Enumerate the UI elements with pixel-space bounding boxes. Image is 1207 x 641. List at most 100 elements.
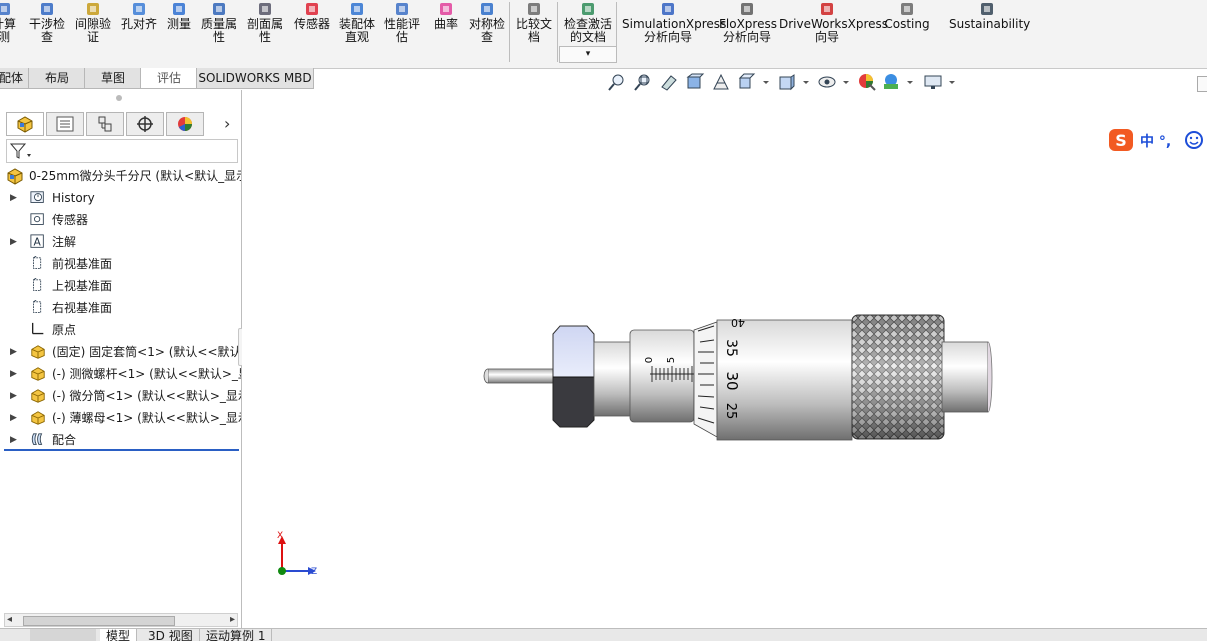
tree-expand-arrow-icon[interactable]: ▶ <box>10 363 18 385</box>
ribbon-button-costing[interactable]: Costing <box>883 0 931 60</box>
ribbon-button-interference[interactable]: 干涉检 查 <box>27 0 67 60</box>
command-tab-0[interactable]: 配体 <box>0 68 30 89</box>
display-manager-tab[interactable] <box>166 112 204 136</box>
tree-horizontal-scrollbar[interactable]: ◂ ▸ <box>4 613 238 627</box>
tree-expand-arrow-icon[interactable]: ▶ <box>10 231 18 253</box>
tab-3d-view[interactable]: 3D 视图 <box>142 629 200 641</box>
scroll-left-arrow-icon[interactable]: ◂ <box>7 614 12 626</box>
property-manager-tab[interactable] <box>46 112 84 136</box>
apply-scene-icon[interactable] <box>881 72 901 92</box>
tree-item-8[interactable]: ▶ (-) 测微螺杆<1> (默认<<默认>_显示 <box>0 363 241 385</box>
tree-item-label: 前视基准面 <box>52 257 113 271</box>
zoom-to-area-icon[interactable] <box>633 72 653 92</box>
tree-item-1[interactable]: 传感器 <box>0 209 241 231</box>
command-tab-1[interactable]: 布局 <box>28 68 86 89</box>
section-view-icon[interactable] <box>685 72 705 92</box>
plane-icon <box>33 278 42 291</box>
tree-item-11[interactable]: ▶ 配合 <box>0 429 241 451</box>
apply-scene-dropdown-icon[interactable] <box>905 72 915 92</box>
feature-manager-tab[interactable] <box>6 112 44 136</box>
display-style-dropdown-icon[interactable] <box>801 72 811 92</box>
spindle[interactable] <box>483 368 557 384</box>
ribbon-button-performance[interactable]: 性能评 估 <box>382 0 422 60</box>
tree-expand-arrow-icon[interactable]: ▶ <box>10 429 18 451</box>
scroll-right-arrow-icon[interactable]: ▸ <box>230 614 235 626</box>
view-orientation-icon[interactable] <box>737 72 757 92</box>
sensor-folder-icon <box>30 213 44 225</box>
tree-expand-arrow-icon[interactable]: ▶ <box>10 187 18 209</box>
dimxpert-tab[interactable] <box>126 112 164 136</box>
display-style-icon[interactable] <box>777 72 797 92</box>
ribbon-button-driveworksxpress[interactable]: DriveWorksXpress 向导 <box>779 0 888 60</box>
viewport-restore-icon[interactable] <box>1197 76 1207 92</box>
ribbon-button-curvature[interactable]: 曲率 <box>431 0 461 60</box>
tab-model[interactable]: 模型 <box>100 629 138 641</box>
view-orientation-dropdown-icon[interactable] <box>761 72 771 92</box>
command-tab-2[interactable]: 草图 <box>84 68 142 89</box>
tree-root-assembly[interactable]: 0-25mm微分头千分尺 (默认<默认_显示 <box>0 165 241 187</box>
zoom-to-fit-icon[interactable] <box>607 72 627 92</box>
tab-nav-arrows[interactable] <box>30 629 96 641</box>
ime-status-bar[interactable]: S 中 °, <box>1108 128 1207 152</box>
sleeve[interactable]: 0 5 <box>629 329 695 423</box>
panel-expand-arrow-icon[interactable]: › <box>224 114 230 133</box>
view-settings-icon[interactable] <box>923 72 943 92</box>
tree-item-label: 传感器 <box>52 213 89 227</box>
tree-item-9[interactable]: ▶ (-) 微分筒<1> (默认<<默认>_显示 <box>0 385 241 407</box>
tree-expand-arrow-icon[interactable]: ▶ <box>10 407 18 429</box>
tree-item-5[interactable]: 右视基准面 <box>0 297 241 319</box>
ribbon-button-floxpress[interactable]: FloXpress 分析向导 <box>719 0 777 60</box>
hex-nut[interactable] <box>552 325 595 428</box>
command-manager-ribbon: 计算 测干涉检 查间隙验 证孔对齐测量质量属 性剖面属 性传感器装配体 直观性能… <box>0 0 1207 69</box>
performance-icon <box>396 3 408 15</box>
command-tab-3[interactable]: 评估 <box>140 68 198 89</box>
ribbon-button-label: 间隙验 证 <box>74 17 111 44</box>
view-triad[interactable]: X Z <box>277 531 317 577</box>
graphics-area[interactable]: 0 5 40 35 30 25 X Z <box>242 90 1207 628</box>
tree-expand-arrow-icon[interactable]: ▶ <box>10 385 18 407</box>
ribbon-button-clearance[interactable]: 间隙验 证 <box>72 0 114 60</box>
tree-expand-arrow-icon[interactable]: ▶ <box>10 341 18 363</box>
ribbon-button-section-properties[interactable]: 剖面属 性 <box>245 0 285 60</box>
ribbon-button-sustainability[interactable]: Sustainability <box>949 0 1030 60</box>
hide-show-items-icon[interactable] <box>817 72 837 92</box>
ribbon-button-sensor[interactable]: 传感器 <box>290 0 334 60</box>
tab-motion-study-1[interactable]: 运动算例 1 <box>200 629 273 641</box>
ribbon-button-simulationxpress[interactable]: SimulationXpress 分析向导 <box>622 0 726 60</box>
tree-item-4[interactable]: 上视基准面 <box>0 275 241 297</box>
view-settings-dropdown-icon[interactable] <box>947 72 957 92</box>
check-active-dropdown-icon[interactable]: ▾ <box>559 46 617 63</box>
assembly-visualization-icon <box>351 3 363 15</box>
panel-grip-icon[interactable] <box>116 95 122 101</box>
ribbon-button-calculator[interactable]: 计算 测 <box>0 0 18 60</box>
part-icon <box>31 389 45 403</box>
tree-item-10[interactable]: ▶ (-) 薄螺母<1> (默认<<默认>_显示 <box>0 407 241 429</box>
thimble[interactable]: 40 35 30 25 <box>693 316 853 441</box>
ribbon-button-symmetry[interactable]: 对称检 查 <box>465 0 509 60</box>
ribbon-button-measure[interactable]: 测量 <box>162 0 196 60</box>
tree-filter-box[interactable] <box>6 139 238 163</box>
dynamic-annotation-icon[interactable] <box>711 72 731 92</box>
ribbon-button-label: 传感器 <box>293 17 330 31</box>
tree-item-7[interactable]: ▶ (固定) 固定套筒<1> (默认<<默认>_ <box>0 341 241 363</box>
scroll-thumb[interactable] <box>23 616 175 626</box>
end-cap[interactable] <box>941 341 993 413</box>
command-tab-4[interactable]: SOLIDWORKS MBD <box>196 68 314 89</box>
tree-item-label: History <box>52 191 95 205</box>
micrometer-model[interactable]: 0 5 40 35 30 25 X Z <box>242 90 1207 628</box>
tree-item-3[interactable]: 前视基准面 <box>0 253 241 275</box>
configuration-manager-tab[interactable] <box>86 112 124 136</box>
previous-view-icon[interactable] <box>659 72 679 92</box>
tree-item-6[interactable]: 原点 <box>0 319 241 341</box>
ribbon-button-mass-properties[interactable]: 质量属 性 <box>196 0 242 60</box>
hide-show-dropdown-icon[interactable] <box>841 72 851 92</box>
tree-item-0[interactable]: ▶ History <box>0 187 241 209</box>
knurled-ratchet[interactable] <box>851 314 945 440</box>
ribbon-button-compare[interactable]: 比较文 档 <box>514 0 554 60</box>
edit-appearance-icon[interactable] <box>857 72 877 92</box>
ribbon-button-hole-align[interactable]: 孔对齐 <box>118 0 160 60</box>
tree-item-2[interactable]: ▶ A 注解 <box>0 231 241 253</box>
ribbon-button-assembly-visualization[interactable]: 装配体 直观 <box>336 0 378 60</box>
emoji-smiley-icon[interactable] <box>1184 130 1204 150</box>
mates-icon <box>31 433 43 445</box>
